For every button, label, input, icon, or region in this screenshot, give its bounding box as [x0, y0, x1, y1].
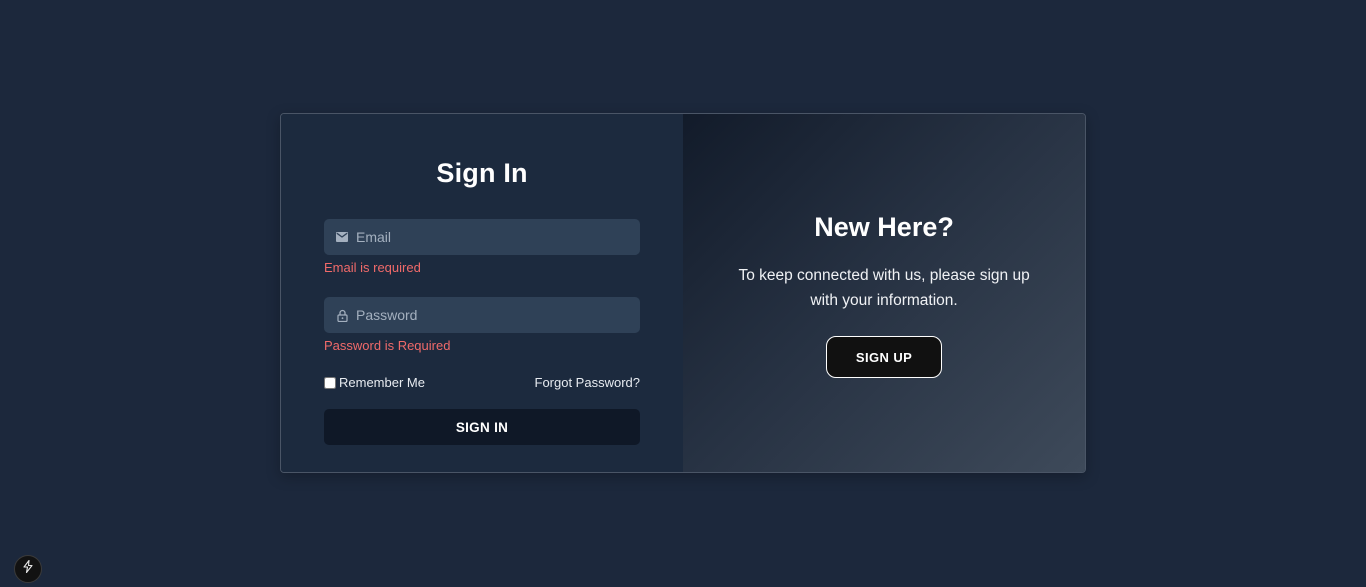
signin-panel: Sign In Email is required Password is	[281, 114, 684, 472]
forgot-password-link[interactable]: Forgot Password?	[535, 375, 641, 390]
signup-button[interactable]: SIGN UP	[826, 336, 943, 378]
auth-card: Sign In Email is required Password is	[280, 113, 1086, 473]
lightning-icon	[23, 559, 33, 578]
email-input[interactable]	[356, 229, 626, 245]
dev-tools-badge[interactable]	[14, 555, 42, 583]
lock-icon	[335, 308, 349, 322]
signup-panel: New Here? To keep connected with us, ple…	[683, 114, 1085, 472]
signin-button[interactable]: SIGN IN	[324, 409, 640, 445]
signup-message: To keep connected with us, please sign u…	[738, 267, 1030, 309]
signup-title: New Here?	[814, 212, 954, 242]
password-error: Password is Required	[324, 338, 451, 353]
email-field[interactable]	[324, 219, 640, 255]
password-input[interactable]	[356, 307, 626, 323]
email-error: Email is required	[324, 260, 421, 275]
signin-title: Sign In	[436, 158, 528, 188]
remember-me-label: Remember Me	[339, 375, 425, 390]
remember-me[interactable]: Remember Me	[324, 375, 425, 390]
remember-me-checkbox[interactable]	[324, 376, 336, 389]
password-field[interactable]	[324, 297, 640, 333]
signin-options-row: Remember Me Forgot Password?	[324, 375, 640, 390]
mail-icon	[335, 230, 349, 244]
